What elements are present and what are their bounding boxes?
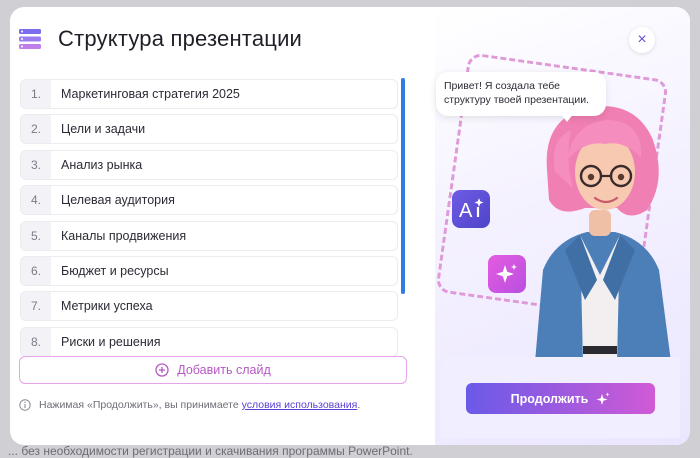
bubble-text: Привет! Я создала тебе структуру твоей п… — [444, 80, 590, 106]
info-icon — [19, 399, 31, 411]
continue-button[interactable]: Продолжить — [466, 383, 655, 414]
slide-title[interactable]: Риски и решения — [51, 328, 397, 356]
sparkle-icon — [596, 392, 610, 405]
terms-text: Нажимая «Продолжить», вы принимаете — [39, 399, 239, 411]
slide-item[interactable]: 1. Маркетинговая стратегия 2025 — [20, 79, 398, 109]
terms-notice: Нажимая «Продолжить», вы принимаете усло… — [19, 399, 360, 411]
assistant-speech-bubble: Привет! Я создала тебе структуру твоей п… — [436, 72, 606, 116]
continue-label: Продолжить — [510, 391, 589, 406]
slide-title[interactable]: Маркетинговая стратегия 2025 — [51, 80, 397, 108]
slide-number: 3. — [21, 150, 51, 179]
ai-badge-letter: A — [459, 200, 473, 221]
slide-number: 7. — [21, 292, 51, 321]
slide-title[interactable]: Каналы продвижения — [51, 222, 397, 250]
slide-title[interactable]: Цели и задачи — [51, 115, 397, 143]
ai-sparkle-icon: A — [452, 190, 490, 228]
slide-number: 2. — [21, 115, 51, 144]
slide-number: 6. — [21, 256, 51, 285]
slide-number: 5. — [21, 221, 51, 250]
slide-item[interactable]: 6. Бюджет и ресурсы — [20, 255, 398, 286]
terms-suffix: . — [357, 399, 361, 411]
slide-number: 8. — [21, 327, 51, 356]
slide-title[interactable]: Бюджет и ресурсы — [51, 257, 397, 285]
slide-item[interactable]: 5. Каналы продвижения — [20, 220, 398, 251]
slide-item[interactable]: 8. Риски и решения — [20, 326, 398, 357]
terms-link[interactable]: условия использования — [242, 399, 358, 411]
close-icon: × — [637, 31, 647, 48]
slide-list: 1. Маркетинговая стратегия 2025 2. Цели и з… — [20, 79, 398, 362]
scrollbar[interactable] — [401, 78, 405, 294]
sparkle-icon — [488, 255, 526, 293]
assistant-avatar — [535, 106, 671, 362]
add-slide-label: Добавить слайд — [177, 363, 271, 377]
slide-item[interactable]: 3. Анализ рынка — [20, 149, 398, 180]
slide-item[interactable]: 2. Цели и задачи — [20, 114, 398, 145]
slides-stack-icon — [19, 29, 41, 49]
slide-number: 1. — [21, 80, 51, 108]
plus-circle-icon — [155, 363, 169, 377]
slide-item[interactable]: 7. Метрики успеха — [20, 291, 398, 322]
backdrop-text: ... без необходимости регистрации и скач… — [8, 444, 413, 458]
slide-title[interactable]: Анализ рынка — [51, 151, 397, 179]
close-button[interactable]: × — [629, 27, 655, 53]
slide-title[interactable]: Целевая аудитория — [51, 186, 397, 214]
slide-title[interactable]: Метрики успеха — [51, 292, 397, 320]
add-slide-button[interactable]: Добавить слайд — [19, 356, 407, 384]
slide-number: 4. — [21, 186, 51, 215]
modal-title: Структура презентации — [58, 26, 303, 51]
bubble-tail — [560, 113, 574, 122]
slide-item[interactable]: 4. Целевая аудитория — [20, 185, 398, 216]
